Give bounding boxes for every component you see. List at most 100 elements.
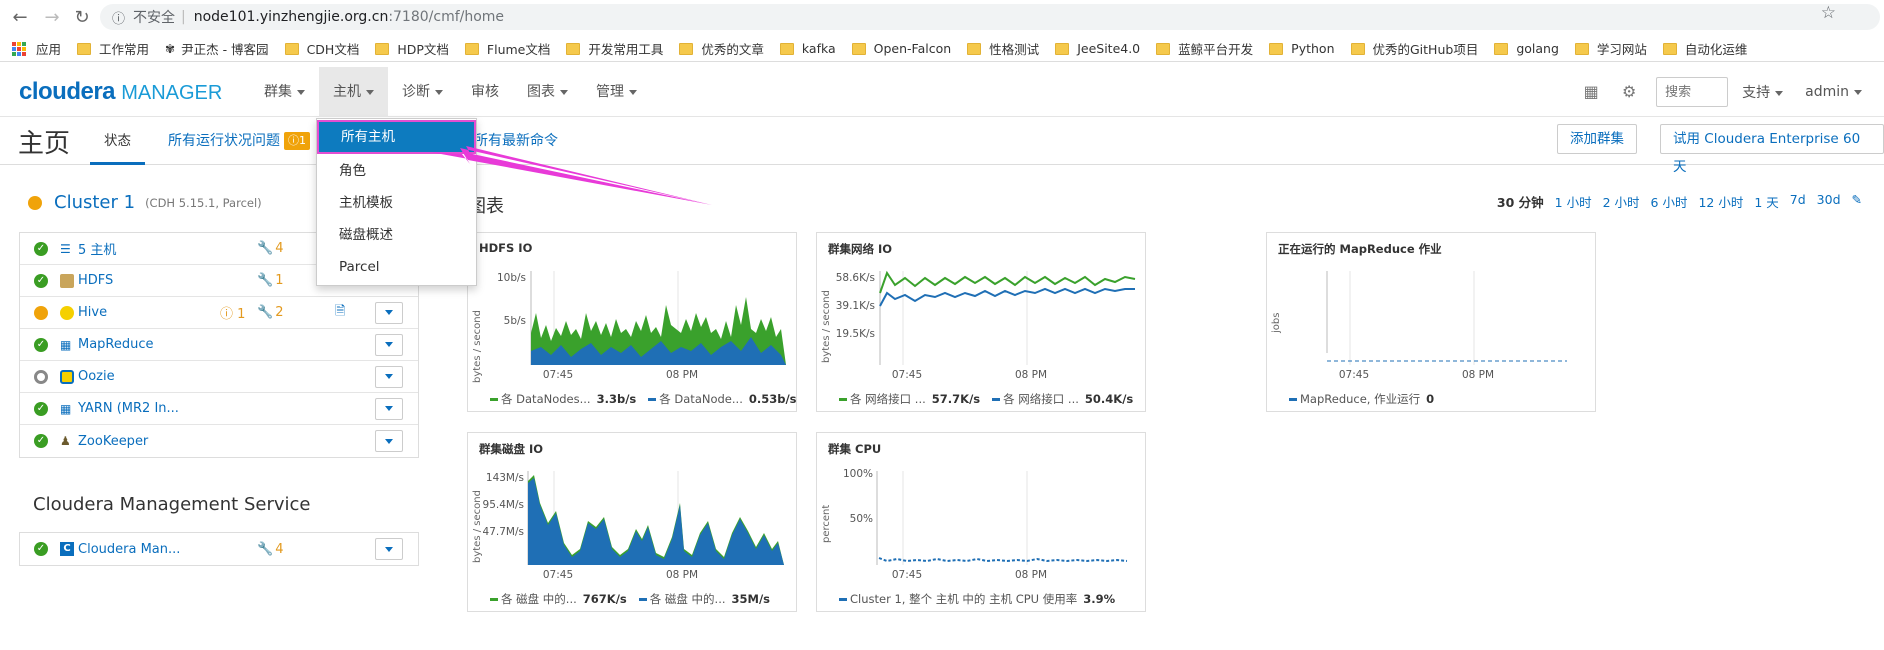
- add-cluster-button[interactable]: 添加群集: [1557, 124, 1637, 154]
- wrench-icon[interactable]: 🔧 4: [257, 241, 283, 256]
- menu-item-host-templates[interactable]: 主机模板: [317, 187, 476, 219]
- range-30m[interactable]: 30 分钟: [1497, 192, 1544, 211]
- bookmark-item[interactable]: Open-Falcon: [851, 41, 951, 56]
- chart-network-io[interactable]: 群集网络 IO 58.6K/s 39.1K/s 19.5K/s bytes / …: [816, 232, 1146, 412]
- table-row: ✓ ▦ YARN (MR2 In...: [20, 393, 418, 425]
- menu-item-all-hosts[interactable]: 所有主机: [317, 120, 476, 154]
- service-name[interactable]: HDFS: [78, 273, 113, 288]
- service-actions-button[interactable]: [375, 365, 403, 388]
- range-2h[interactable]: 2 小时: [1603, 192, 1640, 211]
- chart-cluster-cpu[interactable]: 群集 CPU 100% 50% percent 07:45 08 PM Clus…: [816, 432, 1146, 612]
- nav-diagnostics[interactable]: 诊断: [388, 67, 457, 117]
- status-ok-icon: ✓: [34, 542, 48, 556]
- wrench-icon[interactable]: 🔧 1: [257, 273, 283, 288]
- back-icon[interactable]: ←: [6, 3, 34, 31]
- address-bar[interactable]: ⓘ 不安全 | node101.yinzhengjie.org.cn:7180/…: [100, 4, 1880, 30]
- logo-sub: MANAGER: [121, 82, 223, 104]
- table-row: ✓ ♟ ZooKeeper: [20, 425, 418, 457]
- nav-hosts[interactable]: 主机: [319, 67, 388, 117]
- chevron-down-icon: [560, 89, 568, 95]
- service-name[interactable]: ZooKeeper: [78, 434, 148, 449]
- running-commands-icon[interactable]: ⚙: [1618, 81, 1640, 103]
- service-actions-button[interactable]: [375, 301, 403, 324]
- apps-icon: [12, 41, 26, 56]
- legend-value: 50.4K/s: [1084, 392, 1134, 406]
- service-name[interactable]: Cloudera Man...: [78, 542, 180, 557]
- bookmark-item[interactable]: CDH文档: [284, 39, 359, 58]
- range-1h[interactable]: 1 小时: [1555, 192, 1592, 211]
- x-tick: 08 PM: [1462, 369, 1494, 381]
- folder-icon: [1574, 42, 1589, 55]
- bookmark-item[interactable]: 开发常用工具: [566, 39, 663, 58]
- trial-button[interactable]: 试用 Cloudera Enterprise 60 天: [1660, 124, 1884, 175]
- bookmark-item[interactable]: 性格测试: [967, 39, 1039, 58]
- service-actions-button[interactable]: [375, 538, 403, 560]
- service-actions-button[interactable]: [375, 430, 403, 452]
- bookmark-item[interactable]: kafka: [779, 41, 836, 56]
- bookmark-item[interactable]: 优秀的GitHub项目: [1350, 39, 1478, 58]
- tab-recent-commands[interactable]: 所有最新命令: [474, 117, 558, 165]
- folder-icon: [1350, 42, 1365, 55]
- service-name[interactable]: Oozie: [78, 369, 115, 384]
- bookmark-item[interactable]: Python: [1269, 41, 1335, 56]
- info-icon[interactable]: ⓘ: [112, 8, 125, 27]
- reload-icon[interactable]: ↻: [68, 3, 96, 31]
- range-12h[interactable]: 12 小时: [1698, 192, 1743, 211]
- nav-audits[interactable]: 审核: [457, 67, 513, 117]
- menu-item-roles[interactable]: 角色: [317, 155, 476, 187]
- bookmark-label: 优秀的文章: [701, 42, 764, 57]
- url-host: node101.yinzhengjie.org.cn: [193, 9, 389, 25]
- cpu-plot: 100% 50% percent 07:45 08 PM: [821, 468, 1128, 581]
- service-actions-button[interactable]: [375, 397, 403, 420]
- chart-mapreduce-jobs[interactable]: 正在运行的 MapReduce 作业 jobs 07:45 08 PM MapR…: [1266, 232, 1596, 412]
- menu-item-disk-overview[interactable]: 磁盘概述: [317, 219, 476, 251]
- service-name[interactable]: 5 主机: [78, 239, 116, 258]
- chevron-down-icon: [1854, 89, 1862, 95]
- bookmark-item[interactable]: 自动化运维: [1662, 39, 1747, 58]
- range-30d[interactable]: 30d: [1817, 192, 1841, 211]
- forward-icon[interactable]: →: [38, 3, 66, 31]
- cluster-name[interactable]: Cluster 1: [54, 192, 135, 213]
- chart-disk-io[interactable]: 群集磁盘 IO 143M/s 95.4M/s 47.7M/s bytes / s…: [467, 432, 797, 612]
- bookmark-label: 工作常用: [99, 42, 150, 57]
- bookmarks-bar: 应用 工作常用 ✾ 尹正杰 - 博客园 CDH文档 HDP文档 Flume文档 开…: [0, 36, 1884, 62]
- bookmark-item[interactable]: 工作常用: [77, 39, 149, 58]
- chart-legend: 各 DataNodes... 3.3b/s 各 DataNode... 0.53b/…: [490, 391, 809, 407]
- cloudera-logo[interactable]: cloudera MANAGER: [19, 78, 222, 106]
- search-input[interactable]: [1656, 77, 1729, 107]
- bookmark-item[interactable]: 蓝鲸平台开发: [1156, 39, 1253, 58]
- range-7d[interactable]: 7d: [1790, 192, 1806, 211]
- bookmark-item[interactable]: 优秀的文章: [679, 39, 764, 58]
- user-menu[interactable]: admin: [1805, 84, 1862, 100]
- stale-config-icon[interactable]: 🗎: [335, 302, 345, 324]
- bookmark-item[interactable]: HDP文档: [375, 39, 449, 58]
- nav-clusters[interactable]: 群集: [250, 67, 319, 117]
- bookmark-item[interactable]: Flume文档: [464, 39, 550, 58]
- service-name[interactable]: Hive: [78, 305, 107, 320]
- tab-status[interactable]: 状态: [90, 117, 145, 165]
- parcel-icon[interactable]: ▦: [1580, 81, 1602, 103]
- range-1d[interactable]: 1 天: [1754, 192, 1778, 211]
- alert-icon[interactable]: ⓘ 1: [220, 303, 245, 322]
- bookmark-item[interactable]: golang: [1494, 41, 1559, 56]
- nav-admin[interactable]: 管理: [582, 67, 651, 117]
- tab-health-issues[interactable]: 所有运行状况问题 ⓘ1: [168, 117, 310, 165]
- bookmark-item[interactable]: ✾ 尹正杰 - 博客园: [165, 39, 269, 58]
- wrench-icon[interactable]: 🔧 2: [257, 305, 283, 320]
- bookmark-item[interactable]: JeeSite4.0: [1055, 41, 1140, 56]
- service-name[interactable]: MapReduce: [78, 337, 154, 352]
- bookmark-item[interactable]: 学习网站: [1574, 39, 1647, 58]
- x-tick: 08 PM: [1015, 569, 1047, 581]
- chart-hdfs-io[interactable]: HDFS IO 10b/s 5b/s bytes / second 07:45 …: [467, 232, 797, 412]
- bookmark-apps[interactable]: 应用: [12, 39, 61, 58]
- service-actions-button[interactable]: [375, 333, 403, 356]
- support-menu[interactable]: 支持: [1742, 82, 1784, 102]
- edit-pencil-icon[interactable]: ✎: [1852, 192, 1862, 211]
- wrench-icon[interactable]: 🔧 4: [257, 542, 283, 557]
- service-name[interactable]: YARN (MR2 In...: [78, 401, 179, 416]
- menu-item-parcel[interactable]: Parcel: [317, 251, 476, 283]
- range-6h[interactable]: 6 小时: [1651, 192, 1688, 211]
- nav-charts[interactable]: 图表: [513, 67, 582, 117]
- bookmark-star-icon[interactable]: ☆: [1821, 3, 1836, 23]
- y-tick: 10b/s: [497, 272, 526, 284]
